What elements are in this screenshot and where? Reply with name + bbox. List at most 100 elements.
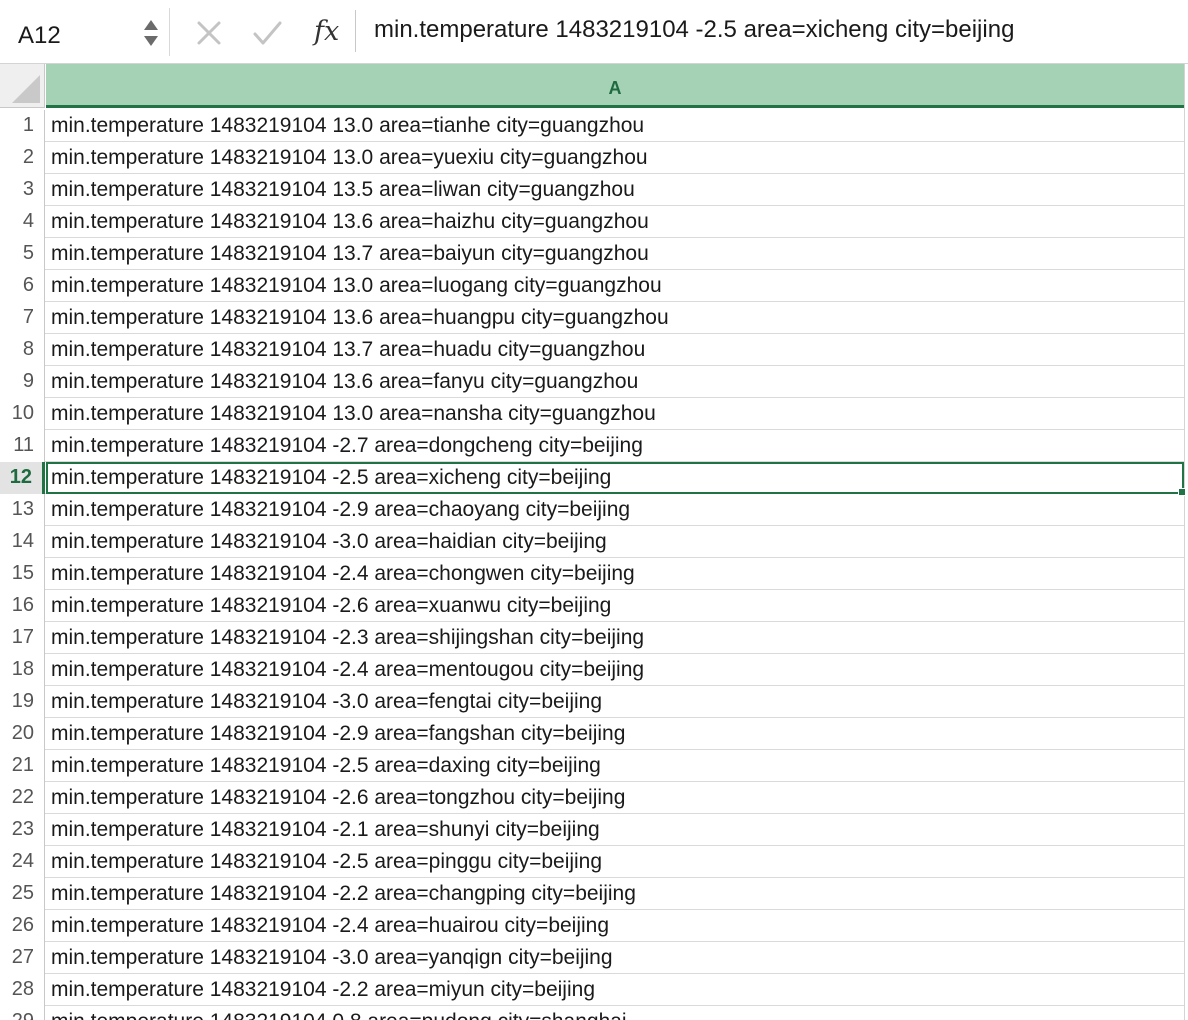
close-icon: [197, 21, 221, 45]
column-header-b-edge: [1184, 64, 1188, 1020]
table-row: 22 min.temperature 1483219104 -2.6 area=t…: [0, 782, 1184, 814]
row-header[interactable]: 19: [0, 686, 45, 718]
row-header[interactable]: 22: [0, 782, 45, 814]
cell[interactable]: min.temperature 1483219104 -3.0 area=hai…: [46, 526, 1184, 558]
table-row: 27 min.temperature 1483219104 -3.0 area=y…: [0, 942, 1184, 974]
confirm-button[interactable]: [250, 16, 284, 50]
table-row: 3 min.temperature 1483219104 13.5 area=li…: [0, 174, 1184, 206]
row-header[interactable]: 21: [0, 750, 45, 782]
table-row: 25 min.temperature 1483219104 -2.2 area=c…: [0, 878, 1184, 910]
select-all-corner[interactable]: [0, 64, 45, 108]
row-header[interactable]: 8: [0, 334, 45, 366]
row-header[interactable]: 3: [0, 174, 45, 206]
cell[interactable]: min.temperature 1483219104 13.0 area=tia…: [46, 110, 1184, 142]
formula-input[interactable]: min.temperature 1483219104 -2.5 area=xic…: [374, 16, 1174, 52]
cell[interactable]: min.temperature 1483219104 13.6 area=fan…: [46, 366, 1184, 398]
row-header[interactable]: 26: [0, 910, 45, 942]
table-row: 23 min.temperature 1483219104 -2.1 area=s…: [0, 814, 1184, 846]
row-header[interactable]: 12: [0, 462, 45, 494]
cell[interactable]: min.temperature 1483219104 -2.9 area=fan…: [46, 718, 1184, 750]
table-row: 19 min.temperature 1483219104 -3.0 area=f…: [0, 686, 1184, 718]
table-row: 17 min.temperature 1483219104 -2.3 area=s…: [0, 622, 1184, 654]
column-header-a[interactable]: A: [46, 64, 1184, 108]
table-row: 20 min.temperature 1483219104 -2.9 area=f…: [0, 718, 1184, 750]
table-row: 21 min.temperature 1483219104 -2.5 area=d…: [0, 750, 1184, 782]
row-header[interactable]: 25: [0, 878, 45, 910]
table-row: 7 min.temperature 1483219104 13.6 area=hu…: [0, 302, 1184, 334]
row-header[interactable]: 4: [0, 206, 45, 238]
row-header[interactable]: 23: [0, 814, 45, 846]
row-header[interactable]: 27: [0, 942, 45, 974]
cell[interactable]: min.temperature 1483219104 13.0 area=nan…: [46, 398, 1184, 430]
cell[interactable]: min.temperature 1483219104 13.6 area=hua…: [46, 302, 1184, 334]
chevron-up-icon[interactable]: [144, 20, 158, 30]
cell[interactable]: min.temperature 1483219104 -3.0 area=yan…: [46, 942, 1184, 974]
row-header[interactable]: 29: [0, 1006, 45, 1020]
cell[interactable]: min.temperature 1483219104 13.0 area=yue…: [46, 142, 1184, 174]
cell[interactable]: min.temperature 1483219104 -2.7 area=don…: [46, 430, 1184, 462]
cell[interactable]: min.temperature 1483219104 -2.9 area=cha…: [46, 494, 1184, 526]
formula-bar: A12 fx min.temperature 1483219104 -2.5 a…: [0, 0, 1188, 64]
row-header[interactable]: 14: [0, 526, 45, 558]
row-header[interactable]: 20: [0, 718, 45, 750]
cell[interactable]: min.temperature 1483219104 -2.2 area=miy…: [46, 974, 1184, 1006]
cell[interactable]: min.temperature 1483219104 -2.4 area=men…: [46, 654, 1184, 686]
row-header[interactable]: 15: [0, 558, 45, 590]
row-header[interactable]: 7: [0, 302, 45, 334]
cell[interactable]: min.temperature 1483219104 -2.5 area=dax…: [46, 750, 1184, 782]
row-header[interactable]: 2: [0, 142, 45, 174]
cell[interactable]: min.temperature 1483219104 -2.5 area=pin…: [46, 846, 1184, 878]
cell[interactable]: min.temperature 1483219104 13.7 area=hua…: [46, 334, 1184, 366]
table-row: 6 min.temperature 1483219104 13.0 area=lu…: [0, 270, 1184, 302]
row-header[interactable]: 13: [0, 494, 45, 526]
table-row: 11 min.temperature 1483219104 -2.7 area=d…: [0, 430, 1184, 462]
name-box-stepper-icon[interactable]: [142, 20, 160, 46]
cell[interactable]: min.temperature 1483219104 -2.6 area=ton…: [46, 782, 1184, 814]
row-header[interactable]: 5: [0, 238, 45, 270]
cell[interactable]: min.temperature 1483219104 13.0 area=luo…: [46, 270, 1184, 302]
row-header[interactable]: 1: [0, 110, 45, 142]
table-row: 5 min.temperature 1483219104 13.7 area=ba…: [0, 238, 1184, 270]
insert-function-button[interactable]: fx: [310, 10, 356, 52]
cell[interactable]: min.temperature 1483219104 -3.0 area=fen…: [46, 686, 1184, 718]
table-row: 16 min.temperature 1483219104 -2.6 area=x…: [0, 590, 1184, 622]
row-header[interactable]: 28: [0, 974, 45, 1006]
table-row: 15 min.temperature 1483219104 -2.4 area=c…: [0, 558, 1184, 590]
table-row: 8 min.temperature 1483219104 13.7 area=hu…: [0, 334, 1184, 366]
cell[interactable]: min.temperature 1483219104 0.8 area=pudo…: [46, 1006, 1184, 1020]
table-row: 29min.temperature 1483219104 0.8 area=pu…: [0, 1006, 1184, 1020]
row-header[interactable]: 24: [0, 846, 45, 878]
chevron-down-icon[interactable]: [144, 36, 158, 46]
checkmark-icon: [253, 21, 282, 45]
row-header[interactable]: 10: [0, 398, 45, 430]
cell[interactable]: min.temperature 1483219104 -2.3 area=shi…: [46, 622, 1184, 654]
select-all-icon: [12, 75, 40, 103]
row-header[interactable]: 16: [0, 590, 45, 622]
spreadsheet-grid: A 1 min.temperature 1483219104 13.0 area=…: [0, 64, 1188, 1020]
cell[interactable]: min.temperature 1483219104 13.7 area=bai…: [46, 238, 1184, 270]
column-header-label: A: [608, 78, 622, 98]
cell[interactable]: min.temperature 1483219104 -2.6 area=xua…: [46, 590, 1184, 622]
table-row: 28 min.temperature 1483219104 -2.2 area=m…: [0, 974, 1184, 1006]
table-row: 4 min.temperature 1483219104 13.6 area=ha…: [0, 206, 1184, 238]
table-row: 9 min.temperature 1483219104 13.6 area=fa…: [0, 366, 1184, 398]
row-header[interactable]: 11: [0, 430, 45, 462]
cell[interactable]: min.temperature 1483219104 13.6 area=hai…: [46, 206, 1184, 238]
row-header[interactable]: 17: [0, 622, 45, 654]
table-row: 18 min.temperature 1483219104 -2.4 area=m…: [0, 654, 1184, 686]
cell[interactable]: min.temperature 1483219104 -2.4 area=hua…: [46, 910, 1184, 942]
row-header[interactable]: 6: [0, 270, 45, 302]
rows-container: 1 min.temperature 1483219104 13.0 area=ti…: [0, 110, 1186, 1020]
name-box[interactable]: A12: [0, 8, 170, 56]
row-header[interactable]: 9: [0, 366, 45, 398]
cancel-button[interactable]: [192, 16, 226, 50]
table-row: 10 min.temperature 1483219104 13.0 area=n…: [0, 398, 1184, 430]
row-header[interactable]: 18: [0, 654, 45, 686]
selected-cell[interactable]: min.temperature 1483219104 -2.5 area=xic…: [46, 462, 1186, 496]
cell[interactable]: min.temperature 1483219104 -2.4 area=cho…: [46, 558, 1184, 590]
cell-reference[interactable]: A12: [18, 22, 61, 50]
cell[interactable]: min.temperature 1483219104 13.5 area=liw…: [46, 174, 1184, 206]
cell[interactable]: min.temperature 1483219104 -2.2 area=cha…: [46, 878, 1184, 910]
table-row: 13 min.temperature 1483219104 -2.9 area=c…: [0, 494, 1184, 526]
cell[interactable]: min.temperature 1483219104 -2.1 area=shu…: [46, 814, 1184, 846]
